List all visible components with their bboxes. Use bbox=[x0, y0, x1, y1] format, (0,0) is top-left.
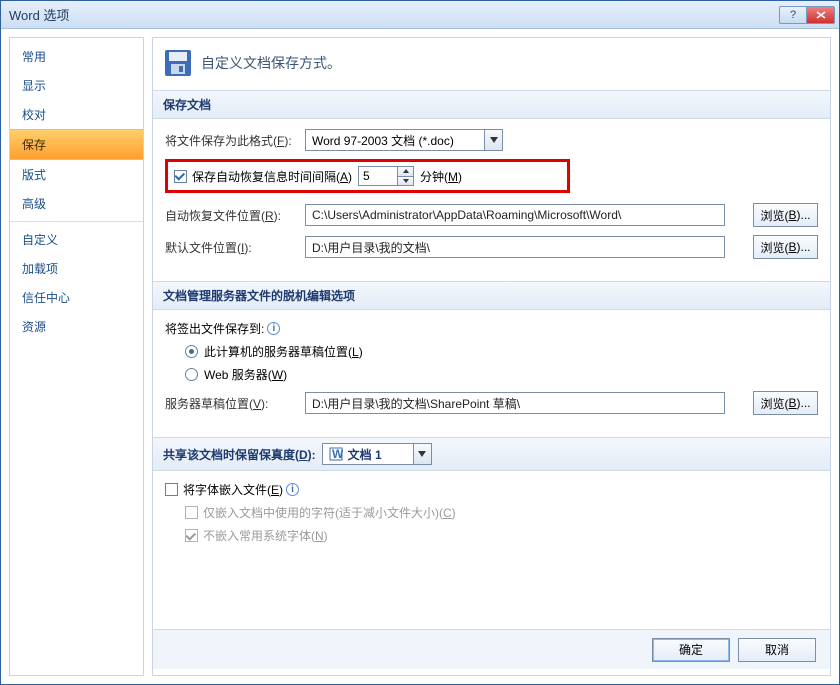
sidebar-item-proofing[interactable]: 校对 bbox=[10, 100, 143, 129]
group-offline: 将签出文件保存到: i 此计算机的服务器草稿位置(L) Web 服务器(W) 服… bbox=[153, 310, 830, 437]
panel-header: 自定义文档保存方式。 bbox=[153, 38, 830, 90]
autorecover-interval-spinner[interactable] bbox=[358, 166, 414, 186]
autorecover-unit: 分钟(M) bbox=[420, 168, 462, 185]
close-button[interactable] bbox=[807, 6, 835, 24]
main-panel: 自定义文档保存方式。 保存文档 将文件保存为此格式(F): Word 97-20… bbox=[152, 37, 831, 676]
embed-used-only-label: 仅嵌入文档中使用的字符(适于减小文件大小)(C) bbox=[203, 504, 456, 521]
chevron-down-icon bbox=[414, 443, 432, 465]
fidelity-doc-dropdown[interactable]: W 文档 1 bbox=[322, 443, 432, 465]
group-save-docs: 将文件保存为此格式(F): Word 97-2003 文档 (*.doc) 保存… bbox=[153, 119, 830, 281]
row-autorecover-location: 自动恢复文件位置(R): C:\Users\Administrator\AppD… bbox=[165, 203, 818, 227]
browse-default-button[interactable]: 浏览(B)... bbox=[753, 235, 818, 259]
fidelity-doc-box: W 文档 1 bbox=[322, 443, 414, 465]
window-title: Word 选项 bbox=[1, 5, 69, 24]
radio-web-server[interactable] bbox=[185, 368, 198, 381]
row-embed-used-only: 仅嵌入文档中使用的字符(适于减小文件大小)(C) bbox=[185, 504, 818, 521]
radio-local-drafts[interactable] bbox=[185, 345, 198, 358]
titlebar: Word 选项 ? bbox=[1, 1, 839, 29]
row-save-format: 将文件保存为此格式(F): Word 97-2003 文档 (*.doc) bbox=[165, 129, 818, 151]
sidebar-item-trust[interactable]: 信任中心 bbox=[10, 283, 143, 312]
browse-server-button[interactable]: 浏览(B)... bbox=[753, 391, 818, 415]
word-doc-icon: W bbox=[329, 447, 343, 461]
radio-web-label: Web 服务器(W) bbox=[204, 366, 287, 383]
row-radio-local: 此计算机的服务器草稿位置(L) bbox=[185, 343, 818, 360]
default-loc-input[interactable]: D:\用户目录\我的文档\ bbox=[305, 236, 725, 258]
info-icon[interactable]: i bbox=[267, 322, 280, 335]
server-loc-input[interactable]: D:\用户目录\我的文档\SharePoint 草稿\ bbox=[305, 392, 725, 414]
panel-header-text: 自定义文档保存方式。 bbox=[201, 53, 341, 73]
autorecover-checkbox[interactable] bbox=[174, 170, 187, 183]
row-embed-fonts: 将字体嵌入文件(E) i bbox=[165, 481, 818, 498]
cancel-button[interactable]: 取消 bbox=[738, 638, 816, 662]
row-radio-web: Web 服务器(W) bbox=[185, 366, 818, 383]
row-no-sys-fonts: 不嵌入常用系统字体(N) bbox=[185, 527, 818, 544]
sidebar-item-layout[interactable]: 版式 bbox=[10, 160, 143, 189]
options-dialog: Word 选项 ? 常用 显示 校对 保存 版式 高级 自定义 加载项 信任中心… bbox=[0, 0, 840, 685]
no-sys-fonts-checkbox bbox=[185, 529, 198, 542]
svg-text:W: W bbox=[332, 447, 343, 461]
autorecover-value[interactable] bbox=[358, 166, 398, 186]
window-controls: ? bbox=[779, 6, 839, 24]
save-format-label: 将文件保存为此格式(F): bbox=[165, 132, 305, 149]
sidebar-item-resources[interactable]: 资源 bbox=[10, 312, 143, 341]
sidebar-item-save[interactable]: 保存 bbox=[10, 129, 143, 160]
sidebar-item-general[interactable]: 常用 bbox=[10, 42, 143, 71]
row-save-to-label: 将签出文件保存到: i bbox=[165, 320, 818, 337]
group-fidelity: 将字体嵌入文件(E) i 仅嵌入文档中使用的字符(适于减小文件大小)(C) 不嵌… bbox=[153, 471, 830, 566]
default-loc-label: 默认文件位置(I): bbox=[165, 239, 305, 256]
help-button[interactable]: ? bbox=[779, 6, 807, 24]
no-sys-fonts-label: 不嵌入常用系统字体(N) bbox=[203, 527, 328, 544]
browse-autorecover-button[interactable]: 浏览(B)... bbox=[753, 203, 818, 227]
dialog-body: 常用 显示 校对 保存 版式 高级 自定义 加载项 信任中心 资源 自定义文档保… bbox=[1, 29, 839, 684]
info-icon[interactable]: i bbox=[286, 483, 299, 496]
spinner-down-icon[interactable] bbox=[398, 176, 414, 187]
sidebar-item-addins[interactable]: 加载项 bbox=[10, 254, 143, 283]
autorecover-row: 保存自动恢复信息时间间隔(A) 分钟(M) bbox=[165, 159, 570, 193]
fidelity-title: 共享该文档时保留保真度(D): bbox=[163, 446, 316, 463]
dialog-footer: 确定 取消 bbox=[153, 629, 830, 669]
chevron-down-icon bbox=[485, 129, 503, 151]
sidebar-item-advanced[interactable]: 高级 bbox=[10, 189, 143, 218]
row-server-location: 服务器草稿位置(V): D:\用户目录\我的文档\SharePoint 草稿\ … bbox=[165, 391, 818, 415]
group-save-docs-header: 保存文档 bbox=[153, 90, 830, 119]
autorecover-loc-label: 自动恢复文件位置(R): bbox=[165, 207, 305, 224]
group-fidelity-header: 共享该文档时保留保真度(D): W 文档 1 bbox=[153, 437, 830, 471]
close-icon bbox=[816, 11, 826, 19]
spinner-up-icon[interactable] bbox=[398, 166, 414, 176]
save-disk-icon bbox=[163, 48, 193, 78]
ok-button[interactable]: 确定 bbox=[652, 638, 730, 662]
server-loc-label: 服务器草稿位置(V): bbox=[165, 395, 305, 412]
autorecover-label: 保存自动恢复信息时间间隔(A) bbox=[192, 168, 352, 185]
save-format-value: Word 97-2003 文档 (*.doc) bbox=[305, 129, 485, 151]
save-to-label: 将签出文件保存到: bbox=[165, 320, 264, 337]
radio-local-label: 此计算机的服务器草稿位置(L) bbox=[204, 343, 363, 360]
category-sidebar: 常用 显示 校对 保存 版式 高级 自定义 加载项 信任中心 资源 bbox=[9, 37, 144, 676]
save-format-dropdown[interactable]: Word 97-2003 文档 (*.doc) bbox=[305, 129, 503, 151]
sidebar-item-display[interactable]: 显示 bbox=[10, 71, 143, 100]
autorecover-loc-input[interactable]: C:\Users\Administrator\AppData\Roaming\M… bbox=[305, 204, 725, 226]
sidebar-divider bbox=[10, 221, 143, 222]
embed-fonts-checkbox[interactable] bbox=[165, 483, 178, 496]
embed-fonts-label: 将字体嵌入文件(E) bbox=[183, 481, 283, 498]
sidebar-item-customize[interactable]: 自定义 bbox=[10, 225, 143, 254]
fidelity-doc-name: 文档 1 bbox=[348, 446, 382, 463]
embed-used-only-checkbox bbox=[185, 506, 198, 519]
row-default-location: 默认文件位置(I): D:\用户目录\我的文档\ 浏览(B)... bbox=[165, 235, 818, 259]
group-offline-header: 文档管理服务器文件的脱机编辑选项 bbox=[153, 281, 830, 310]
